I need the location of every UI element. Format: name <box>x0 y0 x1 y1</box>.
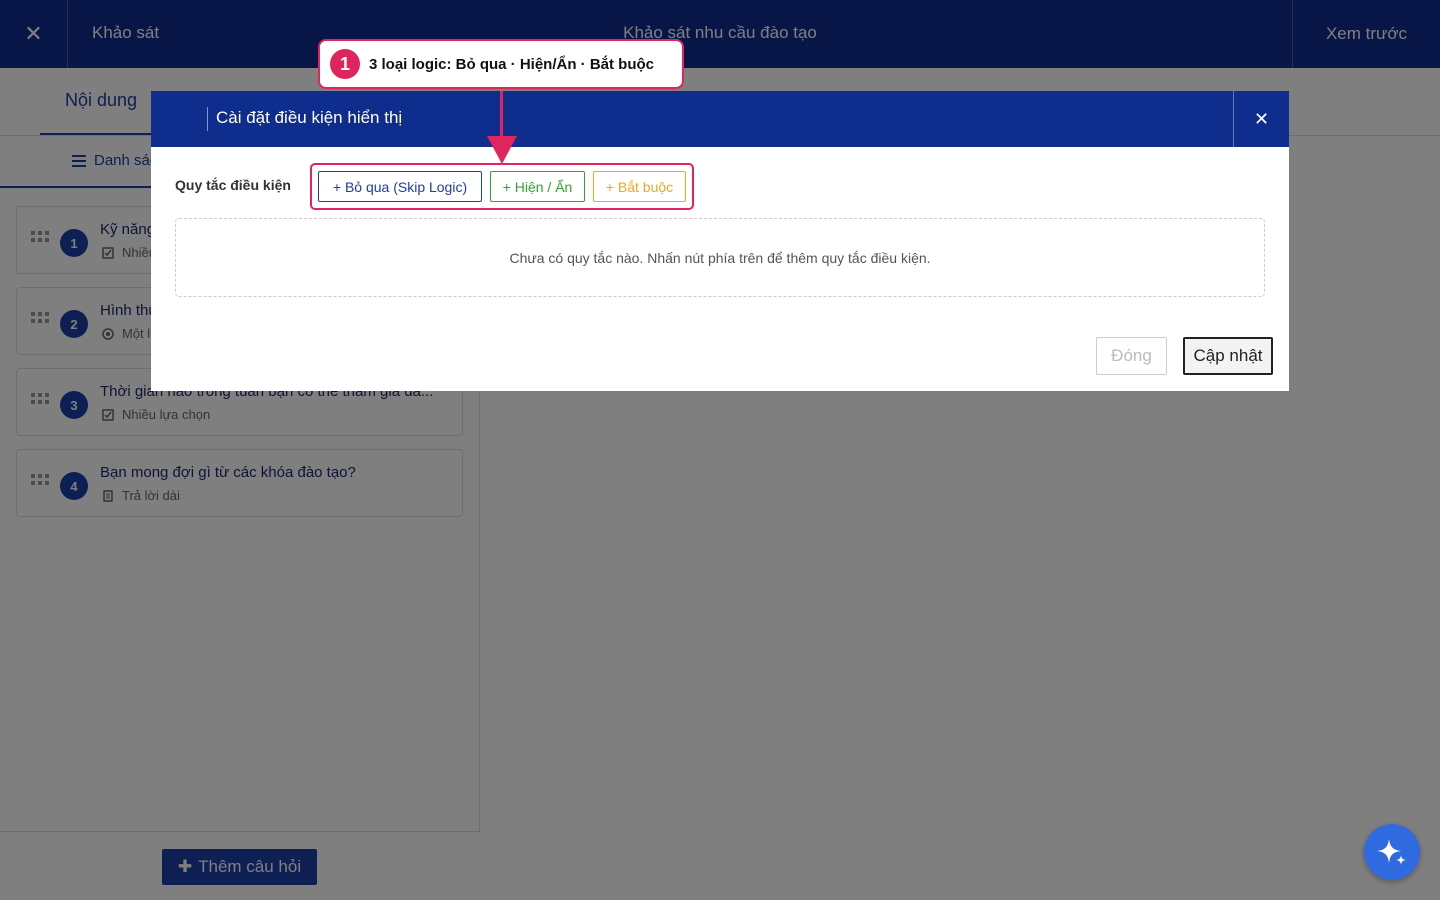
close-button[interactable]: Đóng <box>1096 337 1167 375</box>
ai-assistant-button[interactable] <box>1364 824 1420 880</box>
arrow-down-icon <box>487 136 517 164</box>
annotation-arrow-line <box>500 91 503 141</box>
empty-rules-message: Chưa có quy tắc nào. Nhấn nút phía trên … <box>175 218 1265 297</box>
modal-header: Cài đặt điều kiện hiển thị ✕ <box>151 91 1289 147</box>
sparkle-icon <box>1377 839 1406 865</box>
step-badge: 1 <box>330 49 360 79</box>
highlight-box <box>310 163 694 210</box>
annotation-callout: 1 3 loại logic: Bỏ qua · Hiện/Ẩn · Bắt b… <box>318 39 684 89</box>
rules-label: Quy tắc điều kiện <box>175 177 291 193</box>
update-button[interactable]: Cập nhật <box>1183 337 1273 375</box>
display-condition-modal: Cài đặt điều kiện hiển thị ✕ Quy tắc điề… <box>151 91 1289 391</box>
modal-title: Cài đặt điều kiện hiển thị <box>216 108 403 127</box>
header-divider <box>207 107 208 131</box>
callout-text: 3 loại logic: Bỏ qua · Hiện/Ẩn · Bắt buộ… <box>369 55 655 73</box>
modal-close-icon[interactable]: ✕ <box>1233 91 1289 147</box>
